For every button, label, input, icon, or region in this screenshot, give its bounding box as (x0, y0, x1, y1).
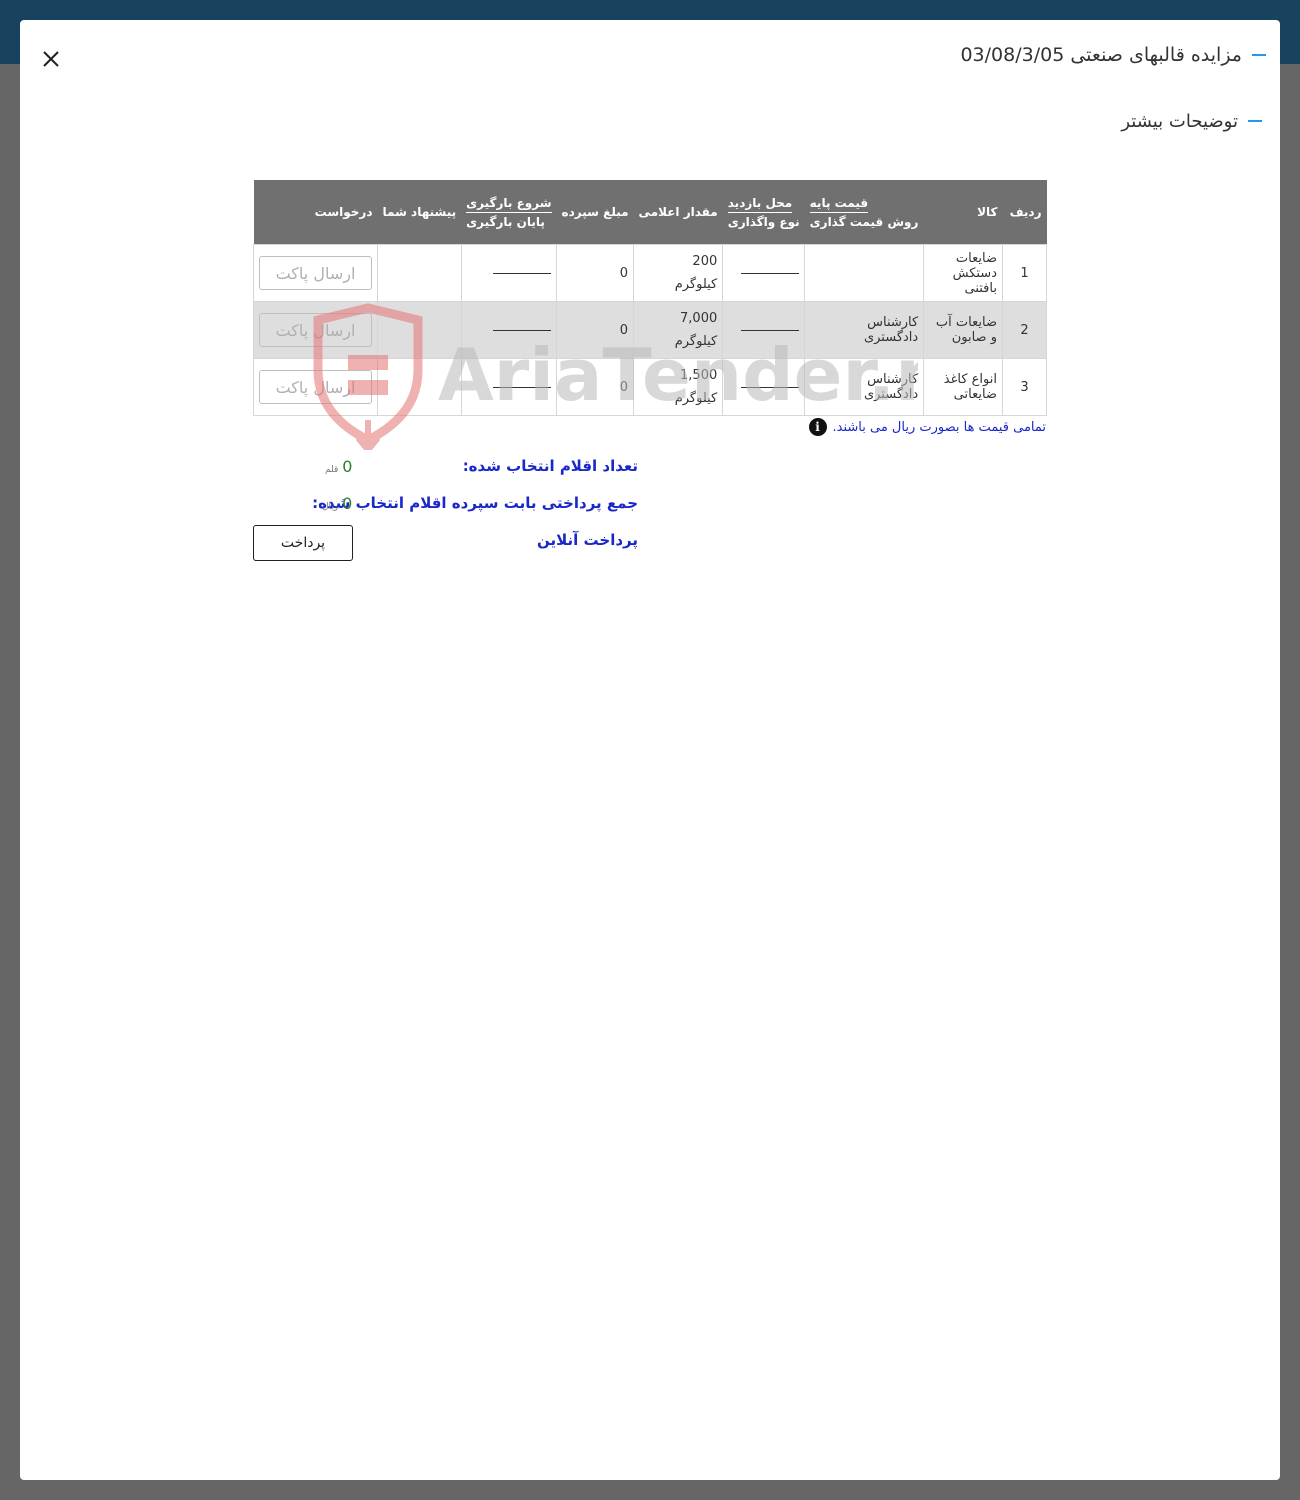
selected-count-label: تعداد اقلام انتخاب شده: (462, 457, 638, 475)
info-icon: i (808, 418, 827, 436)
empty-dash (493, 329, 552, 331)
item-name: ضایعات آب و صابون (923, 301, 1003, 359)
empty-dash (493, 386, 552, 388)
pricing-method: کارشناس دادگستری (804, 301, 925, 359)
visit-location (722, 358, 806, 416)
send-envelope-button[interactable]: ارسال پاکت (259, 256, 372, 290)
deposit-amount: 0 (556, 301, 635, 359)
send-envelope-button[interactable]: ارسال پاکت (259, 370, 372, 404)
visit-location (722, 301, 806, 359)
item-name: انواع کاغذ ضایعاتی (923, 358, 1003, 416)
loading-dates (460, 358, 558, 416)
visit-location (722, 244, 806, 302)
loading-dates (460, 244, 558, 302)
request-cell: ارسال پاکت (253, 301, 378, 359)
deposit-amount: 0 (556, 358, 635, 416)
more-details-link[interactable]: توضیحات بیشتر (1121, 111, 1238, 132)
table-header-row: ردیف کالا قیمت پایه روش قیمت گذاری محل ب… (253, 180, 1047, 245)
loading-dates (460, 301, 558, 359)
subtitle-dash-icon (1248, 120, 1262, 122)
item-name: ضایعات دستکش بافتنی (923, 244, 1003, 302)
empty-dash (741, 329, 800, 331)
send-envelope-button[interactable]: ارسال پاکت (259, 313, 372, 347)
empty-dash (741, 386, 800, 388)
header-loading: شروع بارگیری پایان بارگیری (461, 180, 557, 245)
selected-count-value: 0 قلم (325, 457, 353, 476)
header-deposit: مبلغ سپرده (556, 180, 634, 245)
items-table: ردیف کالا قیمت پایه روش قیمت گذاری محل ب… (253, 180, 1048, 416)
title-dash-icon (1252, 54, 1266, 56)
deposit-amount: 0 (556, 244, 635, 302)
header-base-price: قیمت پایه روش قیمت گذاری (804, 180, 924, 245)
close-icon (43, 51, 59, 67)
quantity-cell: 7,000 کیلوگرم (633, 301, 724, 359)
header-row-no: ردیف (1002, 180, 1047, 245)
modal-title: مزایده قالبهای صنعتی 03/08/3/05 (960, 44, 1242, 66)
quantity-cell: 200 کیلوگرم (633, 244, 724, 302)
table-row: 2 ضایعات آب و صابون کارشناس دادگستری 7,0… (253, 301, 1048, 359)
request-cell: ارسال پاکت (253, 244, 378, 302)
row-number: 2 (1001, 301, 1048, 359)
online-payment-label: پرداخت آنلاین (536, 531, 638, 549)
header-visit-location: محل بازدید نوع واگذاری (722, 180, 805, 245)
total-deposit-value: 0 ریال (322, 494, 353, 513)
auction-modal: مزایده قالبهای صنعتی 03/08/3/05 توضیحات … (20, 20, 1280, 1480)
your-offer (377, 358, 462, 416)
header-item: کالا (923, 180, 1003, 245)
pricing-method (804, 244, 925, 302)
table-row: 3 انواع کاغذ ضایعاتی کارشناس دادگستری 1,… (253, 358, 1048, 416)
currency-note: i تمامی قیمت ها بصورت ریال می باشند. (808, 418, 1046, 436)
empty-dash (741, 272, 800, 274)
total-deposit-label: جمع پرداختی بابت سپرده اقلام انتخاب شده: (312, 494, 638, 512)
header-request: درخواست (253, 180, 378, 245)
close-button[interactable] (38, 46, 64, 72)
modal-title-row: مزایده قالبهای صنعتی 03/08/3/05 (960, 40, 1266, 70)
table-row: 1 ضایعات دستکش بافتنی 200 کیلوگرم 0 ارسال… (253, 244, 1048, 302)
more-details-row[interactable]: توضیحات بیشتر (1121, 106, 1262, 136)
header-your-offer: پیشنهاد شما (377, 180, 462, 245)
your-offer (377, 301, 462, 359)
request-cell: ارسال پاکت (253, 358, 378, 416)
quantity-cell: 1,500 کیلوگرم (633, 358, 724, 416)
row-number: 1 (1001, 244, 1048, 302)
empty-dash (493, 272, 552, 274)
pricing-method: کارشناس دادگستری (804, 358, 925, 416)
header-quantity: مقدار اعلامی (633, 180, 723, 245)
pay-button[interactable]: پرداخت (253, 525, 353, 561)
row-number: 3 (1001, 358, 1048, 416)
your-offer (377, 244, 462, 302)
